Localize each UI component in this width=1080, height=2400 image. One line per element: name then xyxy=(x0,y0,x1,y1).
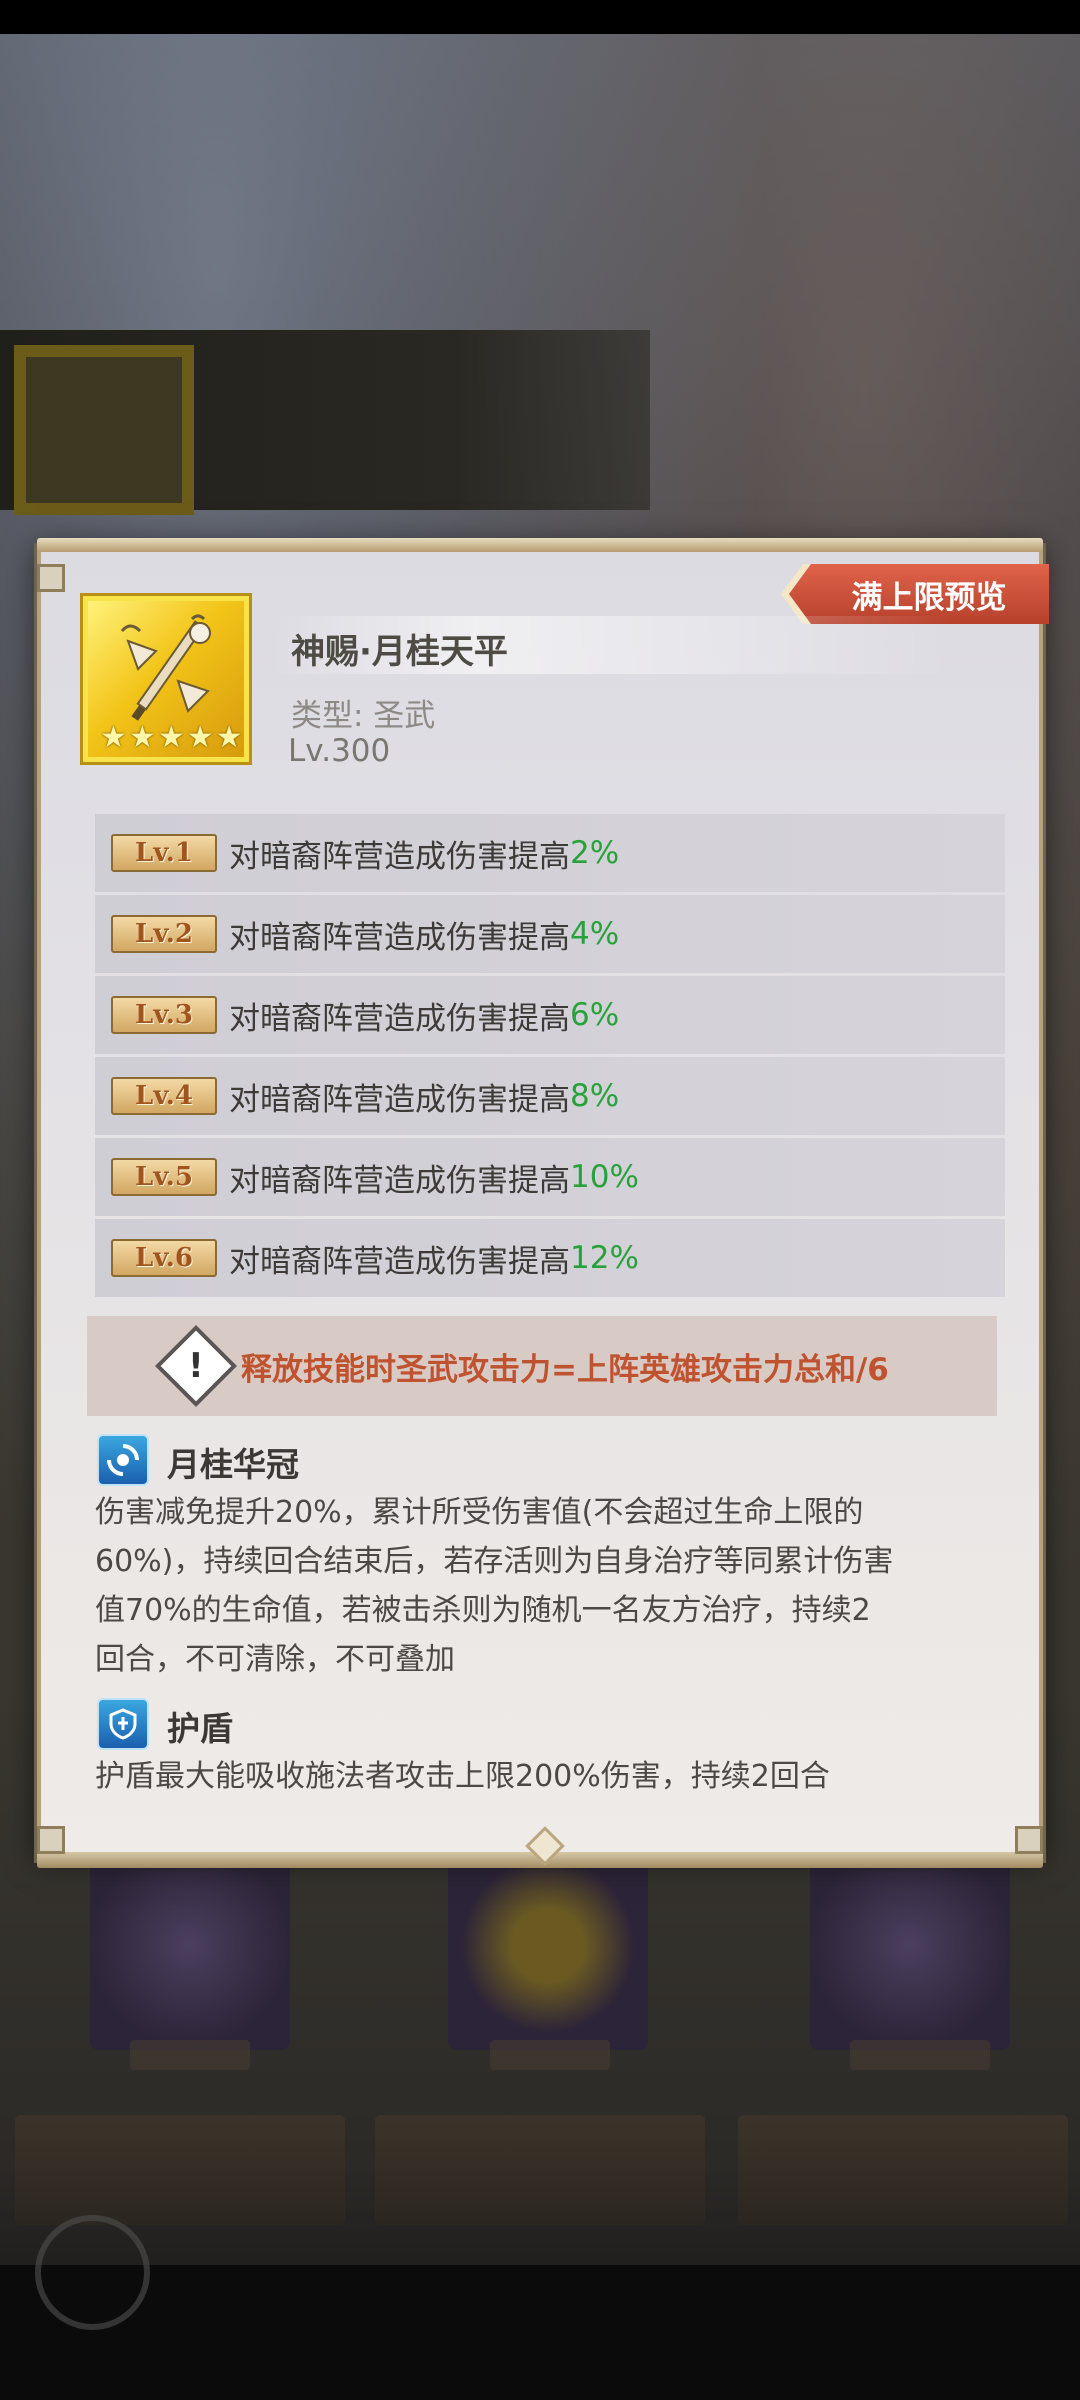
level-effect-value: 10% xyxy=(570,1159,639,1195)
level-row-2: Lv.2 对暗裔阵营造成伤害提高 4% xyxy=(95,895,1005,973)
background-card xyxy=(90,1860,290,2050)
weapon-icon[interactable]: ★ ★ ★ ★ ★ xyxy=(83,596,249,762)
level-row-4: Lv.4 对暗裔阵营造成伤害提高 8% xyxy=(95,1057,1005,1135)
level-effect-text: 对暗裔阵营造成伤害提高 xyxy=(229,919,570,956)
level-effect-value: 4% xyxy=(570,916,620,952)
skill-description-line: 护盾最大能吸收施法者攻击上限200%伤害，持续2回合 xyxy=(95,1759,830,1794)
level-row-3: Lv.3 对暗裔阵营造成伤害提高 6% xyxy=(95,976,1005,1054)
corner-ornament xyxy=(1015,1826,1043,1854)
star-icon: ★ xyxy=(157,720,185,755)
level-effect-value: 2% xyxy=(570,835,620,871)
background-button xyxy=(738,2115,1068,2225)
level-effect-value: 12% xyxy=(570,1240,639,1276)
background-avatar-ring xyxy=(35,2215,150,2330)
skill-title: 月桂华冠 xyxy=(167,1445,299,1484)
level-row-1: Lv.1 对暗裔阵营造成伤害提高 2% xyxy=(95,814,1005,892)
level-effect-text: 对暗裔阵营造成伤害提高 xyxy=(229,1243,570,1280)
level-badge: Lv.4 xyxy=(111,1077,217,1115)
warning-icon: ! xyxy=(154,1324,238,1408)
level-badge: Lv.2 xyxy=(111,915,217,953)
background-bottom-bar xyxy=(0,2265,1080,2400)
notice-text: 释放技能时圣武攻击力=上阵英雄攻击力总和/6 xyxy=(241,1351,889,1388)
level-row-6: Lv.6 对暗裔阵营造成伤害提高 12% xyxy=(95,1219,1005,1297)
background-card xyxy=(810,1860,1010,2050)
level-effect-text: 对暗裔阵营造成伤害提高 xyxy=(229,1081,570,1118)
corner-ornament xyxy=(37,1826,65,1854)
weapon-type: 类型: 圣武 xyxy=(291,698,436,734)
level-badge: Lv.5 xyxy=(111,1158,217,1196)
max-limit-preview-button[interactable]: 满上限预览 xyxy=(789,564,1049,624)
skill-description-line: 伤害减免提升20%，累计所受伤害值(不会超过生命上限的 xyxy=(95,1495,864,1530)
balance-scale-icon xyxy=(120,614,211,721)
skill-description: 伤害减免提升20%，累计所受伤害值(不会超过生命上限的 60%)，持续回合结束后… xyxy=(95,1488,893,1684)
skill-description-line: 60%)，持续回合结束后，若存活则为自身治疗等同累计伤害 xyxy=(95,1544,894,1579)
star-rating: ★ ★ ★ ★ ★ xyxy=(100,723,243,753)
weapon-level: Lv.300 xyxy=(288,733,391,769)
attack-formula-notice: ! 释放技能时圣武攻击力=上阵英雄攻击力总和/6 xyxy=(87,1316,997,1416)
level-effect-value: 8% xyxy=(570,1078,620,1114)
background-button xyxy=(375,2115,705,2225)
level-effect-text: 对暗裔阵营造成伤害提高 xyxy=(229,838,570,875)
skill-description: 护盾最大能吸收施法者攻击上限200%伤害，持续2回合 xyxy=(95,1752,830,1801)
status-bar xyxy=(0,0,1080,34)
level-effect-text: 对暗裔阵营造成伤害提高 xyxy=(229,1000,570,1037)
weapon-detail-panel[interactable]: 满上限预览 ★ ★ ★ ★ ★ 神赐·月桂天平 类型: 圣武 Lv.300 Lv.1 对… xyxy=(37,538,1049,1868)
background-item-icon xyxy=(14,345,194,515)
background-card-label xyxy=(850,2040,990,2070)
shield-icon xyxy=(97,1698,149,1750)
corner-ornament xyxy=(37,564,65,592)
level-effect-value: 6% xyxy=(570,997,620,1033)
star-icon: ★ xyxy=(215,720,243,755)
background-card-label xyxy=(490,2040,610,2070)
skill-description-line: 回合，不可清除，不可叠加 xyxy=(95,1642,455,1677)
panel-top-frame xyxy=(37,538,1043,552)
skill-description-line: 值70%的生命值，若被击杀则为随机一名友方治疗，持续2 xyxy=(95,1593,871,1628)
level-row-5: Lv.5 对暗裔阵营造成伤害提高 10% xyxy=(95,1138,1005,1216)
level-badge: Lv.1 xyxy=(111,834,217,872)
star-icon: ★ xyxy=(186,720,214,755)
background-card-label xyxy=(130,2040,250,2070)
background-button xyxy=(15,2115,345,2225)
star-icon: ★ xyxy=(128,720,156,755)
level-bonus-list: Lv.1 对暗裔阵营造成伤害提高 2% Lv.2 对暗裔阵营造成伤害提高 4% Lv… xyxy=(95,814,1005,1300)
swirl-icon xyxy=(97,1434,149,1486)
level-badge: Lv.6 xyxy=(111,1239,217,1277)
level-badge: Lv.3 xyxy=(111,996,217,1034)
weapon-name: 神赐·月桂天平 xyxy=(291,632,508,672)
star-icon: ★ xyxy=(100,720,127,755)
level-effect-text: 对暗裔阵营造成伤害提高 xyxy=(229,1162,570,1199)
skill-title: 护盾 xyxy=(167,1709,233,1748)
background-card xyxy=(448,1860,648,2050)
